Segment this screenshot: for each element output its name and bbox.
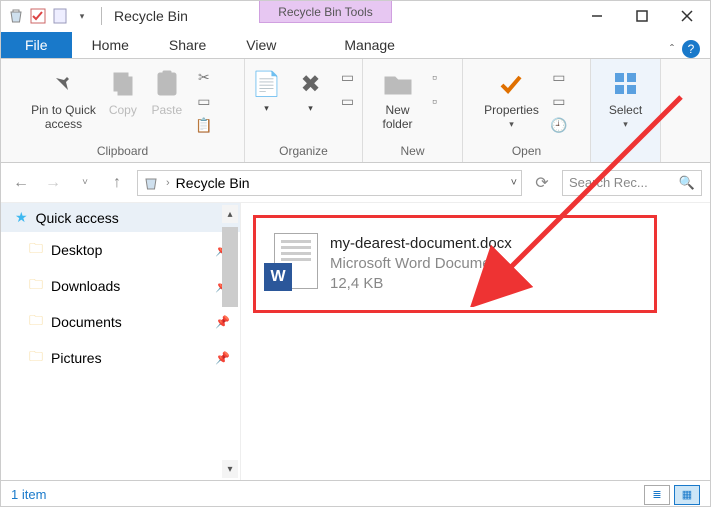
quick-access-toolbar: ▾: [1, 7, 97, 25]
recycle-bin-icon: [142, 174, 160, 192]
contextual-tools-tab[interactable]: Recycle Bin Tools: [259, 1, 392, 23]
group-open: Open: [512, 142, 541, 160]
tab-manage[interactable]: Manage: [324, 32, 415, 58]
crumb-label: Recycle Bin: [176, 175, 250, 191]
recycle-bin-icon[interactable]: [7, 7, 25, 25]
copy-path-icon: ▭: [194, 91, 214, 111]
delete-icon: ✖: [294, 67, 328, 101]
history-icon: 🕘: [549, 115, 569, 135]
tab-share[interactable]: Share: [149, 32, 226, 58]
title-bar: ▾ Recycle Bin Recycle Bin Tools: [1, 1, 710, 31]
breadcrumb[interactable]: › Recycle Bin ˅: [137, 170, 522, 196]
navigation-pane: ▴ ▾ ★ Quick access 🗀 Desktop 📌 🗀 Downloa…: [1, 203, 241, 480]
tiles-view-button[interactable]: ▦: [674, 485, 700, 505]
search-icon: 🔍: [679, 175, 695, 191]
separator: [101, 7, 102, 25]
open-icon: ▭: [549, 67, 569, 87]
search-placeholder: Search Rec...: [569, 175, 648, 190]
search-input[interactable]: Search Rec... 🔍: [562, 170, 702, 196]
easy-access-icon: ▫: [425, 91, 445, 111]
window-title: Recycle Bin: [106, 8, 196, 24]
pin-to-quick-access-button[interactable]: Pin to Quick access: [31, 63, 96, 131]
paste-icon: [150, 67, 184, 101]
main-area: ▴ ▾ ★ Quick access 🗀 Desktop 📌 🗀 Downloa…: [1, 203, 710, 480]
sidebar-item-quick-access[interactable]: ★ Quick access: [1, 203, 240, 232]
status-bar: 1 item ≣ ▦: [1, 480, 710, 508]
properties-icon: [494, 67, 528, 101]
paste-button: Paste: [150, 63, 184, 117]
ribbon-collapse-icon[interactable]: ˆ: [670, 42, 674, 56]
select-button[interactable]: Select ▾: [609, 63, 643, 130]
item-count: 1 item: [11, 487, 46, 502]
new-folder-button: New folder: [381, 63, 415, 131]
tab-file[interactable]: File: [1, 32, 72, 58]
select-icon: [609, 67, 643, 101]
close-button[interactable]: [665, 1, 710, 31]
file-type: Microsoft Word Document: [330, 254, 512, 274]
pin-icon: [46, 67, 80, 101]
new-item-icon: ▫: [425, 67, 445, 87]
minimize-button[interactable]: [575, 1, 620, 31]
star-icon: ★: [15, 209, 28, 226]
move-to-icon: 📄: [250, 67, 284, 101]
pin-icon: 📌: [215, 315, 230, 329]
scrollbar-thumb[interactable]: [222, 227, 238, 307]
folder-icon: 🗀: [29, 346, 43, 370]
properties-button[interactable]: Properties ▾: [484, 63, 539, 130]
scroll-up-button[interactable]: ▴: [222, 205, 238, 223]
edit-icon: ▭: [549, 91, 569, 111]
refresh-button[interactable]: ⟳: [530, 171, 554, 195]
rename-icon: ▭: [338, 91, 358, 111]
new-folder-icon: [381, 67, 415, 101]
qat-dropdown-icon[interactable]: ▾: [73, 7, 91, 25]
scroll-down-button[interactable]: ▾: [222, 460, 238, 478]
crumb-dropdown-icon[interactable]: ˅: [511, 177, 517, 189]
ribbon-tabs: File Home Share View Manage ˆ ?: [1, 31, 710, 59]
forward-button[interactable]: →: [41, 171, 65, 195]
details-view-button[interactable]: ≣: [644, 485, 670, 505]
tab-home[interactable]: Home: [72, 32, 149, 58]
sidebar-item-downloads[interactable]: 🗀 Downloads 📌: [1, 268, 240, 304]
pin-icon: 📌: [215, 351, 230, 365]
folder-icon: 🗀: [29, 238, 43, 262]
ribbon-body: Pin to Quick access Copy Paste ✂ ▭ 📋 Cli…: [1, 59, 710, 163]
cut-icon: ✂: [194, 67, 214, 87]
file-name: my-dearest-document.docx: [330, 234, 512, 254]
folder-icon: 🗀: [29, 274, 43, 298]
file-size: 12,4 KB: [330, 274, 512, 294]
file-list[interactable]: W my-dearest-document.docx Microsoft Wor…: [241, 203, 710, 480]
group-new: New: [400, 142, 424, 160]
recent-dropdown[interactable]: ˅: [73, 171, 97, 195]
sidebar-item-documents[interactable]: 🗀 Documents 📌: [1, 304, 240, 340]
folder-icon: 🗀: [29, 310, 43, 334]
word-document-icon: W: [264, 233, 318, 295]
checkbox-icon[interactable]: [29, 7, 47, 25]
tab-view[interactable]: View: [226, 32, 296, 58]
window-controls: [575, 1, 710, 31]
sidebar-item-pictures[interactable]: 🗀 Pictures 📌: [1, 340, 240, 376]
group-clipboard: Clipboard: [97, 142, 148, 160]
copy-icon: [106, 67, 140, 101]
sidebar-item-desktop[interactable]: 🗀 Desktop 📌: [1, 232, 240, 268]
help-icon[interactable]: ?: [682, 40, 700, 58]
copy-to-icon: ▭: [338, 67, 358, 87]
document-icon[interactable]: [51, 7, 69, 25]
maximize-button[interactable]: [620, 1, 665, 31]
copy-button: Copy: [106, 63, 140, 117]
up-button[interactable]: ↑: [105, 171, 129, 195]
paste-shortcut-icon: 📋: [194, 115, 214, 135]
group-organize: Organize: [279, 142, 328, 160]
file-item[interactable]: W my-dearest-document.docx Microsoft Wor…: [253, 215, 657, 313]
back-button[interactable]: ←: [9, 171, 33, 195]
address-bar-row: ← → ˅ ↑ › Recycle Bin ˅ ⟳ Search Rec... …: [1, 163, 710, 203]
